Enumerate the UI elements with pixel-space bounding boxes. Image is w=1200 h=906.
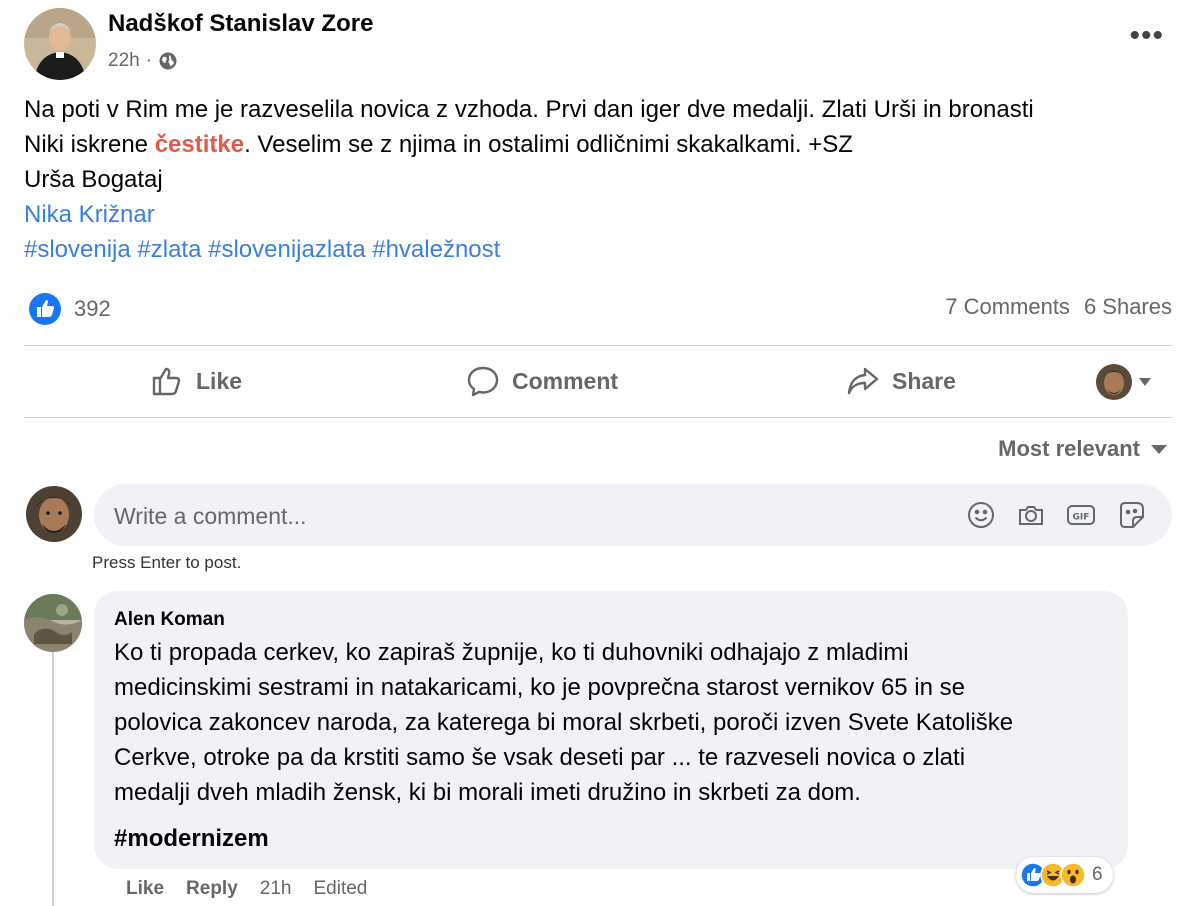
composer-icons: GIF	[966, 500, 1146, 530]
comment-reply-button[interactable]: Reply	[186, 878, 238, 900]
comment-text-line: medicinskimi sestrami in natakaricami, k…	[114, 674, 966, 701]
post-body: Na poti v Rim me je razveselila novica z…	[24, 92, 1164, 267]
viewer-avatar-small	[1096, 364, 1132, 400]
comment-text-line: polovica zakoncev naroda, za katerega bi…	[114, 709, 1014, 736]
post-text-segment: . Veselim se z njima in ostalimi odlični…	[244, 131, 853, 158]
comment-bubble: Alen Koman Ko ti propada cerkev, ko zapi…	[94, 591, 1128, 869]
comment-actions: Like Reply 21h Edited	[126, 878, 367, 900]
share-label: Share	[892, 367, 956, 394]
comment-hashtag[interactable]: #modernizem	[114, 825, 269, 853]
comments-count[interactable]: 7 Comments	[945, 294, 1070, 320]
caret-down-icon	[1151, 445, 1167, 454]
hashtags-row: #slovenija #zlata #slovenijazlata #hvale…	[24, 232, 1164, 267]
hashtag-link[interactable]: #slovenijazlata	[208, 236, 365, 263]
sticker-icon[interactable]	[1116, 500, 1146, 530]
hashtag-link[interactable]: #zlata	[137, 236, 201, 263]
comment-text-line: medalji dveh mladih žensk, ki bi morali …	[114, 779, 861, 806]
highlighted-word: čestitke	[154, 131, 245, 158]
thread-line	[52, 652, 54, 906]
post-text-segment: Niki iskrene	[24, 131, 155, 158]
commenter-avatar[interactable]	[24, 594, 82, 652]
comment-timestamp[interactable]: 21h	[260, 878, 292, 900]
post-meta: 22h ·	[108, 50, 178, 72]
post-text-line: Urša Bogataj	[24, 166, 163, 193]
post-as-selector[interactable]	[1096, 364, 1152, 400]
post-stats: 7 Comments 6 Shares	[945, 294, 1172, 320]
comment-sort-dropdown[interactable]: Most relevant	[998, 436, 1168, 462]
comment-input[interactable]	[112, 484, 916, 548]
comment-composer: GIF	[94, 484, 1172, 548]
comment-button[interactable]: Comment	[466, 364, 618, 398]
like-reaction-icon	[29, 293, 61, 325]
reactions-summary[interactable]: 392	[28, 292, 111, 326]
camera-icon[interactable]	[1016, 500, 1046, 530]
caret-down-icon	[1139, 378, 1151, 386]
post-author-name[interactable]: Nadškof Stanislav Zore	[108, 10, 373, 38]
hashtag-link[interactable]: #hvaležnost	[372, 236, 500, 263]
wow-reaction-icon	[1060, 862, 1086, 888]
post-text-line: Niki iskrene čestitke. Veselim se z njim…	[24, 127, 1164, 162]
comment-text-line: Cerkve, otroke pa da krstiti samo še vsa…	[114, 744, 966, 771]
hashtag-link[interactable]: #slovenija	[24, 236, 131, 263]
post-timestamp[interactable]: 22h	[108, 50, 140, 72]
share-button[interactable]: Share	[846, 364, 956, 398]
comment-reactions[interactable]: 6	[1016, 857, 1113, 893]
comment-text-line: Ko ti propada cerkev, ko zapiraš župnije…	[114, 639, 909, 666]
sort-label: Most relevant	[998, 436, 1140, 461]
divider	[24, 417, 1172, 418]
comment-text: Ko ti propada cerkev, ko zapiraš župnije…	[114, 635, 1114, 810]
globe-icon	[159, 52, 177, 70]
more-options-button[interactable]: •••	[1129, 21, 1164, 51]
comment-like-button[interactable]: Like	[126, 878, 164, 900]
author-avatar[interactable]	[24, 8, 96, 80]
gif-icon[interactable]: GIF	[1066, 500, 1096, 530]
emoji-icon[interactable]	[966, 500, 996, 530]
comment-reaction-count: 6	[1092, 864, 1103, 885]
comment-label: Comment	[512, 367, 619, 394]
divider	[24, 345, 1172, 346]
svg-text:GIF: GIF	[1073, 513, 1090, 523]
tagged-person-link[interactable]: Nika Križnar	[24, 201, 155, 228]
comment-author-name[interactable]: Alen Koman	[114, 609, 225, 631]
like-button[interactable]: Like	[150, 364, 242, 398]
like-label: Like	[196, 367, 243, 394]
shares-count[interactable]: 6 Shares	[1084, 294, 1172, 320]
comment-icon	[467, 366, 499, 397]
meta-separator: ·	[145, 50, 153, 71]
thumbs-up-icon	[152, 367, 181, 396]
comment-edited-label[interactable]: Edited	[313, 878, 367, 900]
share-icon	[847, 367, 879, 395]
viewer-avatar[interactable]	[26, 486, 82, 542]
reactions-count[interactable]: 392	[74, 296, 111, 322]
press-enter-hint: Press Enter to post.	[92, 553, 242, 572]
post-text-line: Na poti v Rim me je razveselila novica z…	[24, 96, 1034, 123]
